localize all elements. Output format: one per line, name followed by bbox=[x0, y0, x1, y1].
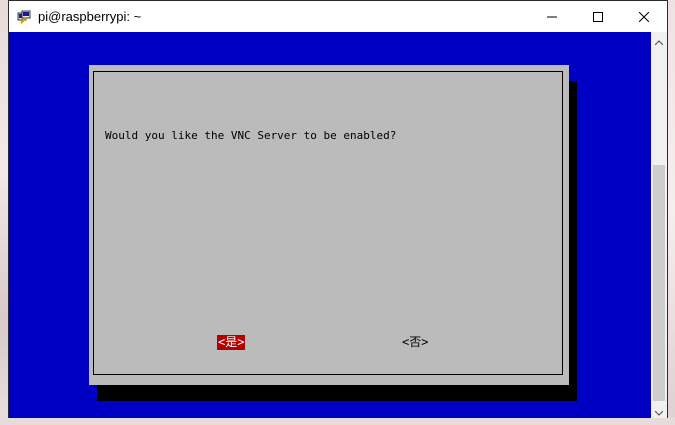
minimize-button[interactable] bbox=[529, 1, 575, 32]
close-icon bbox=[638, 7, 650, 26]
dialog-message: Would you like the VNC Server to be enab… bbox=[105, 129, 397, 142]
title-bar[interactable]: pi@raspberrypi: ~ bbox=[9, 1, 667, 32]
scroll-up-icon bbox=[654, 31, 664, 50]
no-button[interactable]: <否> bbox=[401, 335, 429, 350]
scroll-down-icon bbox=[654, 401, 664, 420]
maximize-button[interactable] bbox=[575, 1, 621, 32]
scrollbar-thumb[interactable] bbox=[653, 165, 665, 401]
window-title: pi@raspberrypi: ~ bbox=[38, 9, 142, 24]
close-button[interactable] bbox=[621, 1, 667, 32]
minimize-icon bbox=[547, 7, 557, 26]
vnc-dialog: Would you like the VNC Server to be enab… bbox=[89, 65, 569, 385]
vertical-scrollbar[interactable] bbox=[651, 32, 667, 418]
scroll-up-button[interactable] bbox=[651, 32, 667, 48]
desktop-wallpaper-right bbox=[668, 0, 675, 425]
scroll-down-button[interactable] bbox=[651, 402, 667, 418]
desktop-wallpaper-bottom bbox=[0, 417, 675, 425]
dialog-frame bbox=[93, 71, 563, 375]
maximize-icon bbox=[593, 7, 603, 26]
yes-button[interactable]: <是> bbox=[217, 335, 246, 350]
putty-icon[interactable] bbox=[17, 9, 31, 24]
terminal-screen[interactable]: Would you like the VNC Server to be enab… bbox=[9, 32, 651, 418]
terminal-window: pi@raspberrypi: ~ Would you like the VNC… bbox=[8, 0, 668, 418]
